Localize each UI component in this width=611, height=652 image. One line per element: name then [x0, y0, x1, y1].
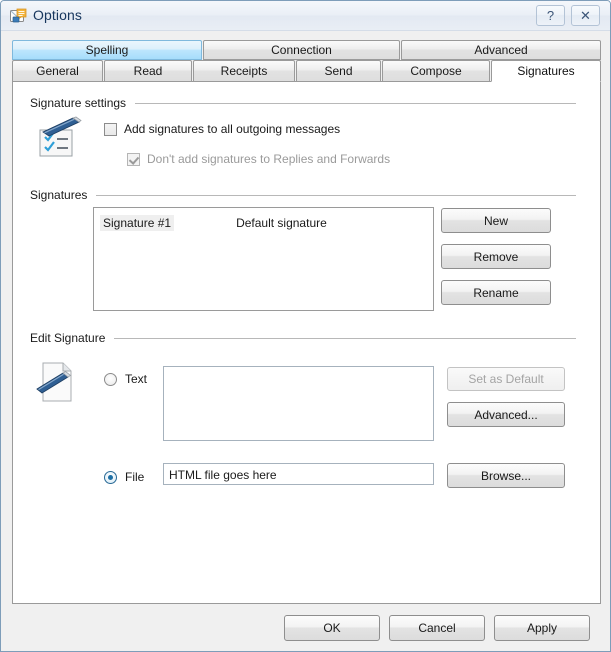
- edit-signature-group-header: Edit Signature: [30, 331, 576, 345]
- tab-spelling[interactable]: Spelling: [12, 40, 202, 60]
- file-radio[interactable]: [104, 470, 117, 484]
- tab-general[interactable]: General: [12, 60, 103, 82]
- tab-advanced[interactable]: Advanced: [401, 40, 601, 60]
- advanced-button-label: Advanced...: [474, 407, 538, 422]
- ok-button[interactable]: OK: [284, 615, 380, 641]
- tab-label: Connection: [271, 43, 332, 57]
- dont-add-replies-label: Don't add signatures to Replies and Forw…: [147, 152, 391, 166]
- tab-label: Signatures: [517, 64, 575, 78]
- signatures-group-header: Signatures: [30, 188, 576, 202]
- cancel-button-label: Cancel: [418, 621, 456, 635]
- add-signatures-checkbox[interactable]: [104, 122, 117, 136]
- group-divider: [96, 194, 576, 196]
- set-as-default-label: Set as Default: [468, 372, 544, 386]
- tab-row-bottom: General Read Receipts Send Compose Signa…: [12, 60, 601, 82]
- signature-name: Signature #1: [100, 215, 175, 231]
- text-radio[interactable]: [104, 372, 117, 386]
- options-dialog: Options ? ✕ Spelling Connection Advanced…: [0, 0, 611, 652]
- signature-settings-group-header: Signature settings: [30, 96, 576, 110]
- tab-send[interactable]: Send: [296, 60, 381, 82]
- close-icon: ✕: [580, 7, 591, 23]
- apply-button-label: Apply: [526, 621, 558, 635]
- rename-button[interactable]: Rename: [441, 280, 551, 305]
- help-icon: ?: [546, 8, 555, 23]
- rename-button-label: Rename: [473, 285, 519, 300]
- group-label: Edit Signature: [30, 331, 106, 345]
- signature-meta: Default signature: [236, 216, 327, 230]
- tab-compose[interactable]: Compose: [382, 60, 490, 82]
- add-signatures-checkbox-row[interactable]: Add signatures to all outgoing messages: [104, 122, 340, 136]
- signature-pen-card-icon: [32, 115, 84, 163]
- tab-label: Spelling: [85, 43, 129, 57]
- help-button[interactable]: ?: [536, 5, 565, 26]
- list-item[interactable]: Signature #1 Default signature: [94, 214, 433, 232]
- text-radio-row[interactable]: Text: [104, 372, 147, 386]
- new-button-label: New: [483, 213, 508, 228]
- tab-label: General: [36, 64, 79, 78]
- set-as-default-button: Set as Default: [447, 367, 565, 391]
- group-label: Signatures: [30, 188, 88, 202]
- file-radio-row[interactable]: File: [104, 470, 144, 484]
- tab-strip: Spelling Connection Advanced General Rea…: [12, 40, 601, 82]
- add-signatures-label: Add signatures to all outgoing messages: [124, 122, 341, 136]
- dont-add-replies-checkbox-row: Don't add signatures to Replies and Forw…: [127, 152, 390, 166]
- text-radio-label: Text: [125, 372, 148, 386]
- remove-button[interactable]: Remove: [441, 244, 551, 269]
- apply-button[interactable]: Apply: [494, 615, 590, 641]
- tab-label: Compose: [410, 64, 462, 78]
- ok-button-label: OK: [323, 621, 341, 635]
- remove-button-label: Remove: [473, 249, 519, 264]
- tab-label: Send: [324, 64, 353, 78]
- signature-text-area[interactable]: [163, 366, 434, 441]
- signatures-listbox[interactable]: Signature #1 Default signature: [93, 207, 434, 311]
- cancel-button[interactable]: Cancel: [389, 615, 485, 641]
- tab-label: Advanced: [474, 43, 528, 57]
- tab-signatures[interactable]: Signatures: [491, 60, 601, 82]
- group-divider: [114, 337, 576, 339]
- advanced-button[interactable]: Advanced...: [447, 402, 565, 427]
- tab-row-top: Spelling Connection Advanced: [12, 40, 601, 60]
- mail-options-icon: [10, 8, 27, 24]
- browse-button-label: Browse...: [480, 468, 531, 483]
- signature-pen-document-icon: [33, 359, 81, 408]
- file-radio-label: File: [125, 470, 145, 484]
- tab-connection[interactable]: Connection: [203, 40, 400, 60]
- group-divider: [135, 102, 576, 104]
- tab-label: Receipts: [220, 64, 268, 78]
- window-title: Options: [33, 7, 82, 23]
- group-label: Signature settings: [30, 96, 127, 110]
- close-button[interactable]: ✕: [571, 5, 600, 26]
- signatures-panel: Signature settings Add signatures to all…: [12, 81, 601, 604]
- new-button[interactable]: New: [441, 208, 551, 233]
- signature-file-input[interactable]: HTML file goes here: [163, 463, 434, 485]
- browse-button[interactable]: Browse...: [447, 463, 565, 488]
- tab-read[interactable]: Read: [104, 60, 192, 82]
- tab-receipts[interactable]: Receipts: [193, 60, 295, 82]
- title-bar: Options ? ✕: [1, 1, 610, 31]
- tab-label: Read: [133, 64, 163, 78]
- dont-add-replies-checkbox: [127, 152, 140, 166]
